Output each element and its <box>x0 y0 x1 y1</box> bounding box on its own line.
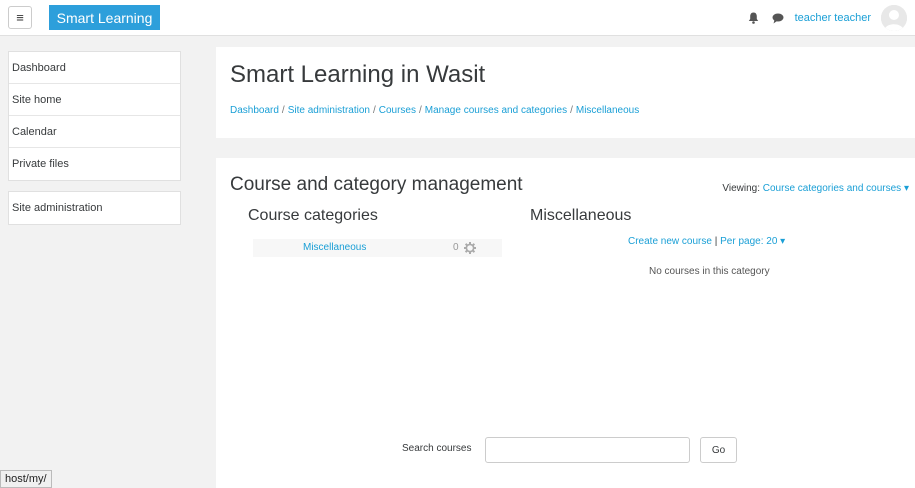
category-name-heading: Miscellaneous <box>530 207 632 224</box>
no-courses-message: No courses in this category <box>649 266 770 277</box>
bell-icon[interactable] <box>747 11 761 25</box>
actions-separator: | <box>714 236 718 247</box>
caret-down-icon[interactable]: ▾ <box>904 183 909 194</box>
create-new-course-link[interactable]: Create new course <box>628 236 712 247</box>
breadcrumb-courses[interactable]: Courses <box>379 105 416 116</box>
user-nav: teacher teacher <box>747 0 915 36</box>
breadcrumb: Dashboard / Site administration / Courses / Ma… <box>230 105 639 116</box>
search-courses-input[interactable] <box>485 437 690 463</box>
course-listing-actions: Create new course | Per page: 20 ▾ <box>628 236 785 247</box>
user-menu-link[interactable]: teacher teacher <box>795 12 871 24</box>
hamburger-menu-icon[interactable]: ≡ <box>8 6 32 29</box>
course-management-panel: Course and category management Viewing: … <box>216 158 915 488</box>
breadcrumb-separator: / <box>281 105 285 116</box>
breadcrumb-dashboard[interactable]: Dashboard <box>230 105 279 116</box>
sidebar: Dashboard Site home Calendar Private fil… <box>0 36 195 488</box>
viewing-dropdown[interactable]: Course categories and courses <box>763 183 901 194</box>
breadcrumb-manage-courses[interactable]: Manage courses and categories <box>425 105 567 116</box>
viewing-selector[interactable]: Viewing: Course categories and courses ▾ <box>722 183 909 194</box>
per-page-dropdown[interactable]: Per page: 20 <box>720 236 777 247</box>
sidebar-item-dashboard[interactable]: Dashboard <box>9 52 180 84</box>
search-go-button[interactable]: Go <box>700 437 737 463</box>
sidebar-item-site-home[interactable]: Site home <box>9 84 180 116</box>
page-header: Smart Learning in Wasit Dashboard / Site a… <box>216 47 915 138</box>
viewing-label: Viewing: <box>722 183 760 194</box>
user-avatar-icon[interactable] <box>881 5 907 31</box>
site-brand-link[interactable]: Smart Learning <box>49 5 160 30</box>
page-title: Smart Learning in Wasit <box>230 61 486 88</box>
sidebar-item-private-files[interactable]: Private files <box>9 148 180 180</box>
speech-bubble-icon[interactable] <box>771 11 785 25</box>
sidebar-item-site-administration[interactable]: Site administration <box>9 192 180 224</box>
category-course-count: 0 <box>453 242 459 253</box>
management-title: Course and category management <box>230 174 523 195</box>
course-categories-heading: Course categories <box>248 207 378 224</box>
sidebar-nav-main: Dashboard Site home Calendar Private fil… <box>8 51 181 181</box>
breadcrumb-separator: / <box>570 105 573 116</box>
caret-down-icon[interactable]: ▾ <box>780 236 785 247</box>
sidebar-nav-admin: Site administration <box>8 191 181 225</box>
status-bar-url: host/my/ <box>0 470 52 488</box>
breadcrumb-site-administration[interactable]: Site administration <box>288 105 370 116</box>
top-navbar: ≡ Smart Learning teacher teacher <box>0 0 915 36</box>
breadcrumb-miscellaneous[interactable]: Miscellaneous <box>576 105 639 116</box>
category-list-item[interactable]: Miscellaneous 0 <box>253 239 502 257</box>
category-link[interactable]: Miscellaneous <box>303 242 366 253</box>
breadcrumb-separator: / <box>372 105 376 116</box>
cog-icon[interactable] <box>463 241 477 255</box>
search-courses-label: Search courses <box>402 443 472 454</box>
breadcrumb-separator: / <box>419 105 422 116</box>
sidebar-item-calendar[interactable]: Calendar <box>9 116 180 148</box>
